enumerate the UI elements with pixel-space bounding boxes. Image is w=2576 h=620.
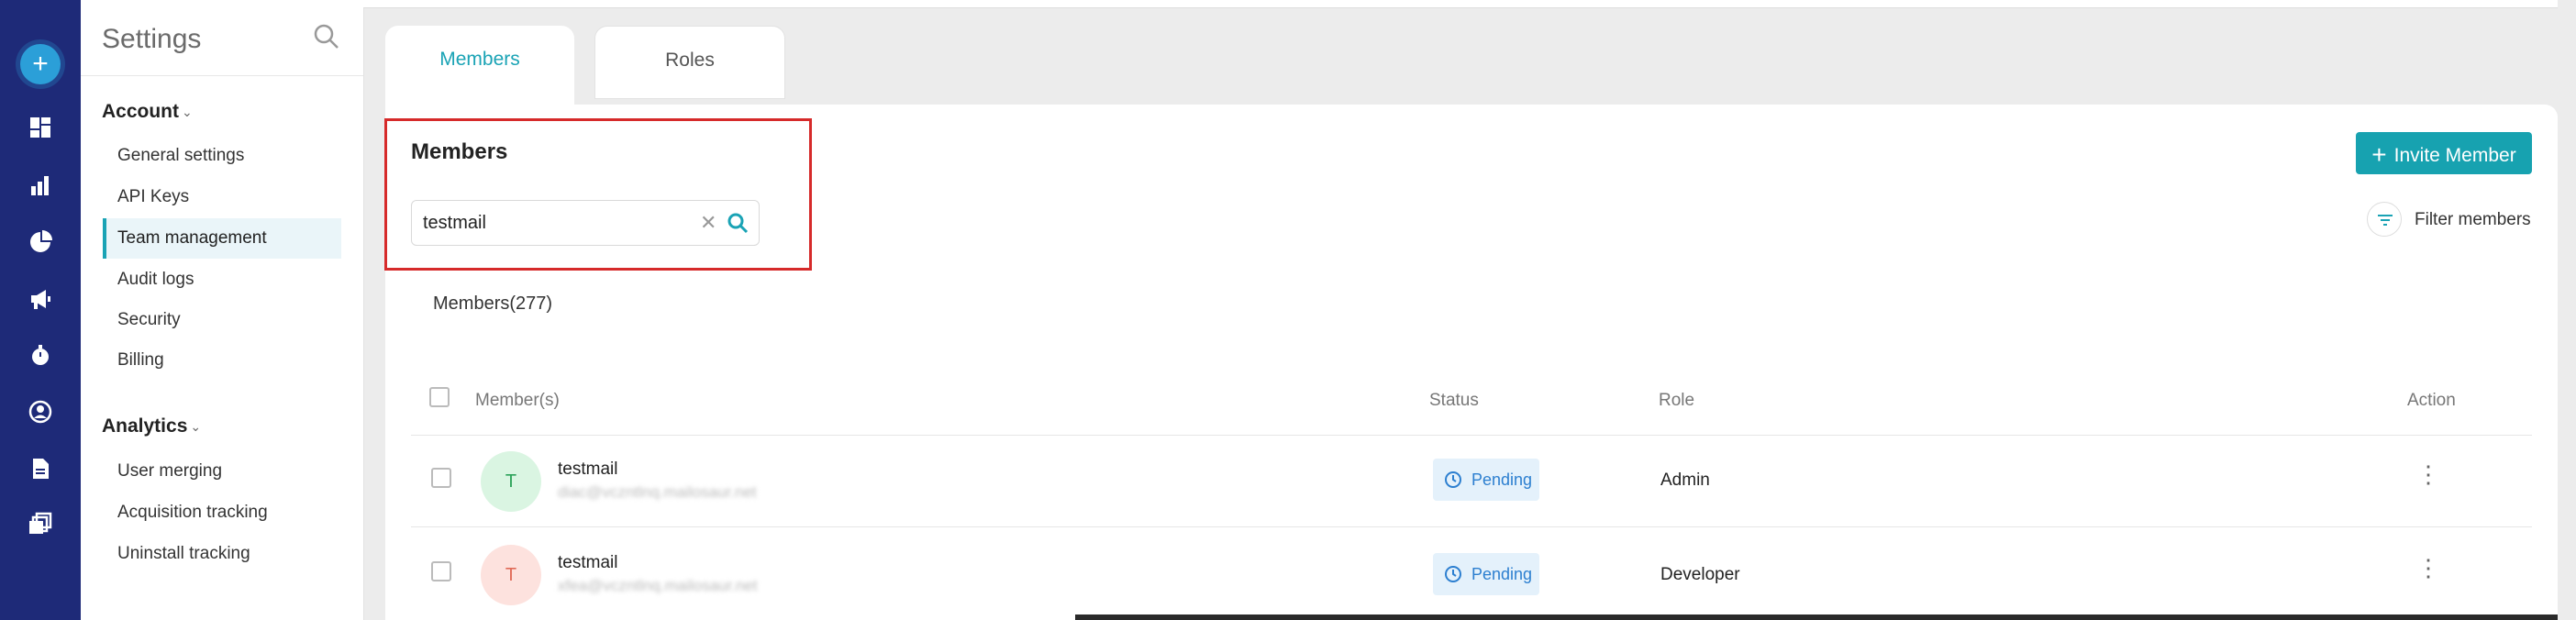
row-divider bbox=[411, 526, 2532, 527]
member-email: diac@vczntlnq.mailosaur.net bbox=[558, 483, 757, 501]
status-badge: Pending bbox=[1433, 553, 1539, 595]
sidebar-item-team-management[interactable]: Team management bbox=[103, 218, 341, 259]
column-header-action: Action bbox=[2407, 391, 2456, 410]
right-margin bbox=[2558, 0, 2576, 620]
document-icon[interactable] bbox=[27, 455, 54, 482]
chevron-down-icon: ⌄ bbox=[182, 105, 193, 119]
tab-roles[interactable]: Roles bbox=[594, 26, 785, 99]
sidebar-title: Settings bbox=[102, 24, 202, 54]
member-role: Developer bbox=[1660, 565, 1740, 584]
sidebar-item-uninstall-tracking[interactable]: Uninstall tracking bbox=[103, 534, 341, 574]
top-strip bbox=[363, 0, 2576, 8]
bar-chart-icon[interactable] bbox=[27, 172, 54, 199]
sidebar-item-general-settings[interactable]: General settings bbox=[103, 136, 341, 176]
avatar: T bbox=[481, 545, 541, 605]
status-text: Pending bbox=[1471, 565, 1533, 583]
app-nav-rail: + bbox=[0, 0, 81, 620]
more-options-icon[interactable]: ⋮ bbox=[2416, 462, 2440, 486]
section-label: Account bbox=[102, 101, 179, 122]
megaphone-icon[interactable] bbox=[27, 285, 54, 313]
sidebar-item-audit-logs[interactable]: Audit logs bbox=[103, 260, 341, 300]
invite-label: Invite Member bbox=[2393, 145, 2516, 166]
search-icon[interactable] bbox=[312, 22, 341, 51]
create-new-button[interactable]: + bbox=[20, 44, 61, 84]
tab-members[interactable]: Members bbox=[385, 26, 574, 105]
dashboard-icon[interactable] bbox=[27, 114, 54, 141]
layers-icon[interactable] bbox=[27, 510, 54, 537]
user-circle-icon[interactable] bbox=[27, 398, 54, 426]
column-header-member[interactable]: Member(s) bbox=[475, 391, 560, 411]
row-checkbox[interactable] bbox=[431, 468, 451, 488]
pie-chart-icon[interactable] bbox=[27, 228, 54, 256]
column-header-role[interactable]: Role bbox=[1659, 391, 1694, 411]
invite-member-button[interactable]: + Invite Member bbox=[2356, 132, 2532, 174]
sidebar-item-security[interactable]: Security bbox=[103, 300, 341, 340]
member-name: testmail bbox=[558, 459, 618, 479]
member-role: Admin bbox=[1660, 471, 1710, 490]
highlight-box bbox=[384, 118, 812, 271]
column-header-status[interactable]: Status bbox=[1429, 391, 1479, 411]
chevron-down-icon: ⌄ bbox=[190, 419, 202, 434]
sidebar-divider bbox=[81, 75, 363, 76]
status-text: Pending bbox=[1471, 471, 1533, 489]
table-header-divider bbox=[411, 435, 2532, 436]
member-name: testmail bbox=[558, 553, 618, 572]
bottom-window-edge bbox=[1075, 614, 2576, 620]
sidebar-item-api-keys[interactable]: API Keys bbox=[103, 177, 341, 217]
clock-icon bbox=[1445, 566, 1461, 582]
section-label: Analytics bbox=[102, 415, 188, 437]
more-options-icon[interactable]: ⋮ bbox=[2416, 556, 2440, 580]
sidebar-item-user-merging[interactable]: User merging bbox=[103, 451, 341, 492]
status-badge: Pending bbox=[1433, 459, 1539, 501]
filter-icon bbox=[2367, 202, 2402, 237]
members-count: Members(277) bbox=[433, 293, 553, 314]
sidebar-item-billing[interactable]: Billing bbox=[103, 340, 341, 381]
stopwatch-icon[interactable] bbox=[27, 341, 54, 369]
avatar: T bbox=[481, 451, 541, 512]
row-checkbox[interactable] bbox=[431, 561, 451, 581]
filter-label: Filter members bbox=[2415, 210, 2531, 229]
member-email: xfea@vczntlnq.mailosaur.net bbox=[558, 577, 758, 594]
plus-icon: + bbox=[2371, 140, 2387, 169]
sidebar-item-acquisition-tracking[interactable]: Acquisition tracking bbox=[103, 493, 341, 533]
sidebar-section-analytics[interactable]: Analytics ⌄ bbox=[102, 415, 201, 437]
clock-icon bbox=[1445, 471, 1461, 488]
settings-sidebar: Settings Account ⌄ General settings API K… bbox=[81, 0, 364, 620]
select-all-checkbox[interactable] bbox=[429, 387, 450, 407]
sidebar-section-account[interactable]: Account ⌄ bbox=[102, 101, 193, 123]
